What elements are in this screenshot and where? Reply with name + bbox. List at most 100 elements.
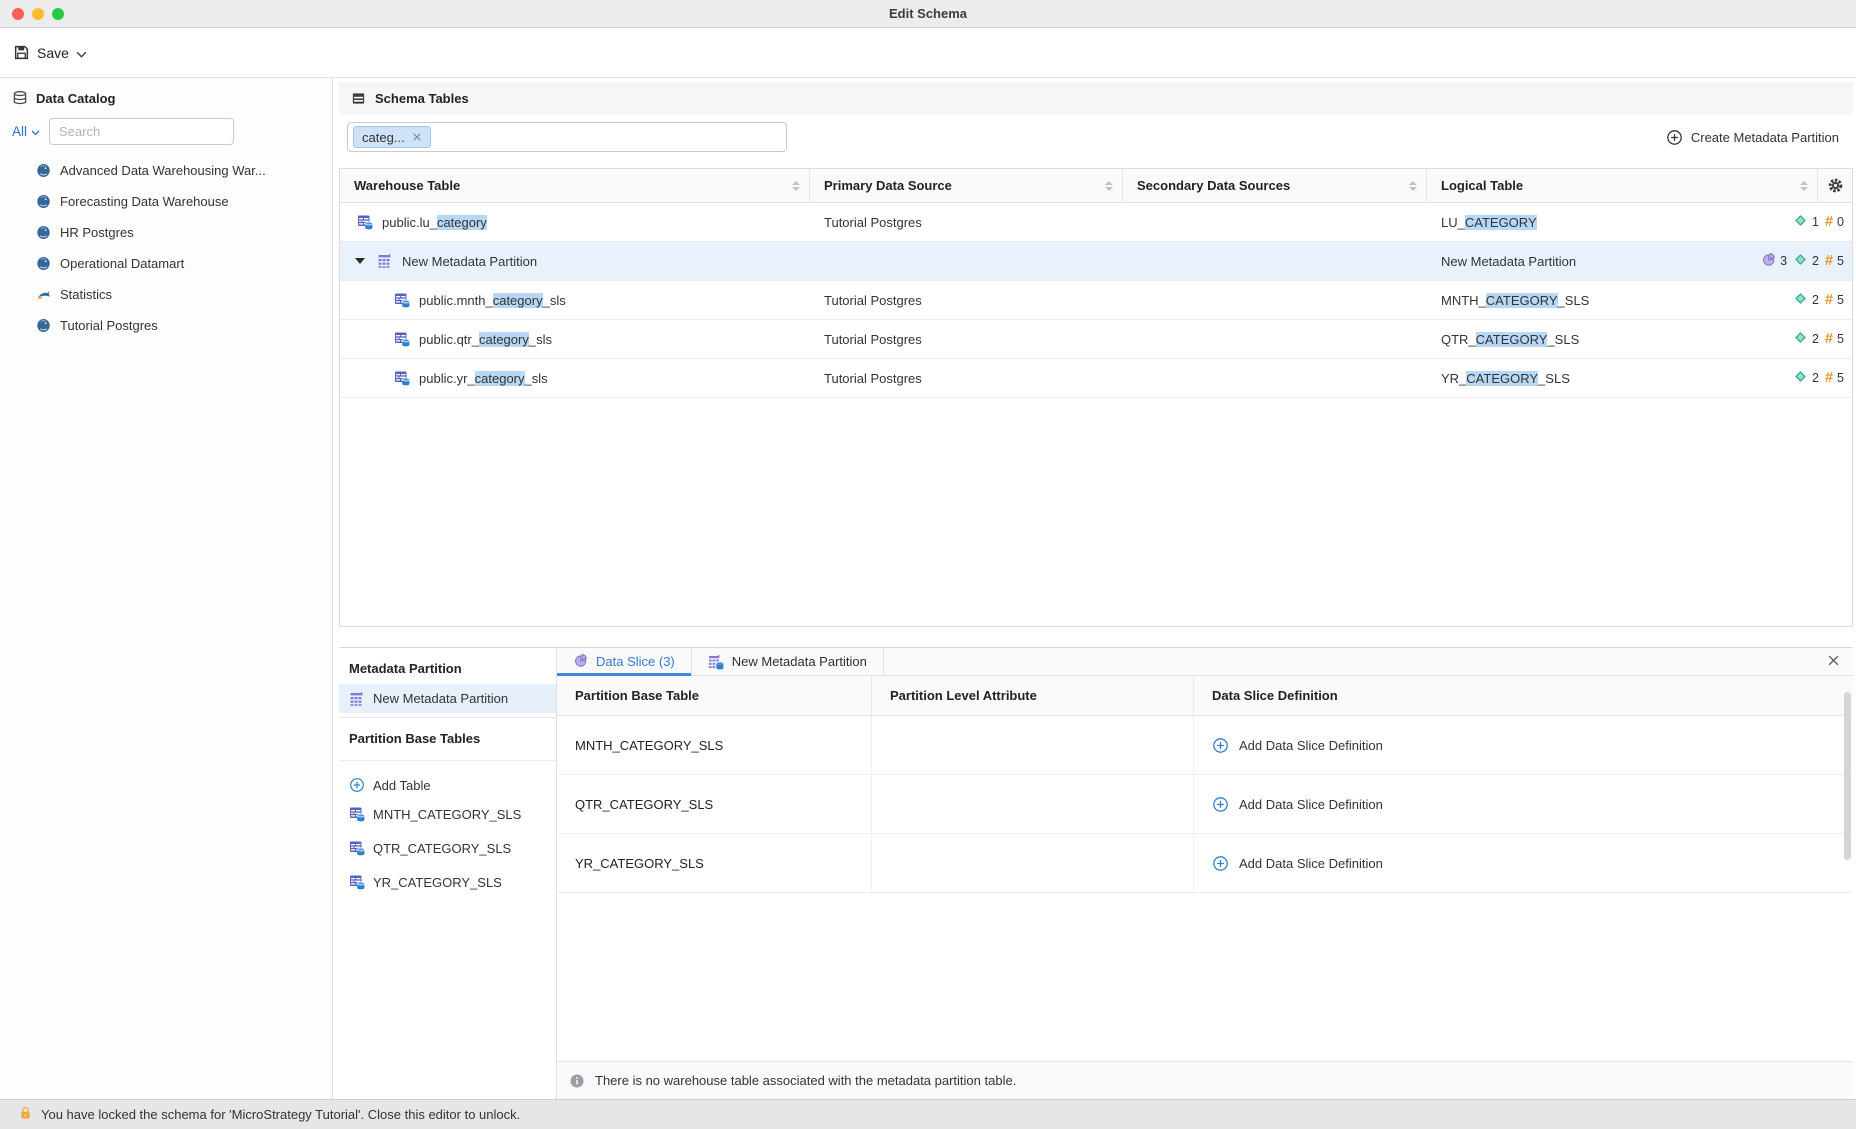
sidebar-item-statistics[interactable]: Statistics — [0, 279, 332, 310]
warehouse-table-icon — [394, 292, 410, 308]
filter-row: categ... Create Metadata Partition — [339, 122, 1853, 152]
warehouse-table-icon — [349, 806, 365, 822]
window-title: Edit Schema — [0, 6, 1856, 21]
zoom-window-button[interactable] — [52, 8, 64, 20]
filter-chip-label: categ... — [362, 130, 405, 145]
table-row[interactable]: New Metadata Partition New Metadata Part… — [340, 242, 1852, 281]
primary-data-source-cell: Tutorial Postgres — [810, 215, 1123, 230]
column-header-secondary-data-sources[interactable]: Secondary Data Sources — [1123, 169, 1427, 202]
slice-row: MNTH_CATEGORY_SLS Add Data Slice Definit… — [557, 716, 1853, 775]
plus-circle-icon — [349, 777, 365, 793]
base-table-item[interactable]: QTR_CATEGORY_SLS — [339, 831, 556, 865]
column-header-logical-table[interactable]: Logical Table — [1427, 169, 1818, 202]
fact-count-badge: #5 — [1825, 253, 1844, 269]
warehouse-table-icon — [357, 214, 373, 230]
content: Data Catalog All Advanced Data Warehousi… — [0, 78, 1856, 1099]
primary-data-source-cell: Tutorial Postgres — [810, 371, 1123, 386]
partition-item-new-metadata-partition[interactable]: New Metadata Partition — [339, 684, 556, 713]
minimize-window-button[interactable] — [32, 8, 44, 20]
table-row[interactable]: public.mnth_category_sls Tutorial Postgr… — [340, 281, 1852, 320]
sidebar-item-hr-postgres[interactable]: HR Postgres — [0, 217, 332, 248]
row-badges: 2 #5 — [1793, 369, 1844, 387]
partition-level-attribute-cell — [872, 834, 1194, 892]
fact-count-badge: #5 — [1825, 370, 1844, 386]
plus-circle-icon — [1212, 855, 1229, 872]
postgres-icon — [36, 194, 51, 209]
sidebar-item-tutorial-postgres[interactable]: Tutorial Postgres — [0, 310, 332, 341]
chevron-down-icon — [31, 124, 40, 139]
logical-table-cell: QTR_CATEGORY_SLS 2 #5 — [1427, 330, 1852, 348]
fact-hash-icon: # — [1825, 370, 1833, 386]
data-catalog-header: Data Catalog — [0, 88, 332, 116]
scrollbar[interactable] — [1844, 692, 1851, 860]
warehouse-table-icon — [394, 331, 410, 347]
scope-dropdown[interactable]: All — [12, 124, 40, 139]
data-slice-count-badge: 3 — [1761, 252, 1787, 270]
metadata-partition-icon — [349, 691, 365, 707]
column-header-primary-data-source[interactable]: Primary Data Source — [810, 169, 1123, 202]
table-row[interactable]: public.qtr_category_sls Tutorial Postgre… — [340, 320, 1852, 359]
column-settings-button[interactable] — [1818, 169, 1852, 202]
add-data-slice-definition-button[interactable]: Add Data Slice Definition — [1212, 855, 1383, 872]
logical-table-cell: LU_CATEGORY 1 #0 — [1427, 213, 1852, 231]
column-header-partition-base-table: Partition Base Table — [557, 676, 872, 715]
row-badges: 3 2 #5 — [1761, 252, 1844, 270]
column-header-warehouse-table[interactable]: Warehouse Table — [340, 169, 810, 202]
gear-icon — [1827, 177, 1844, 194]
primary-data-source-cell: Tutorial Postgres — [810, 332, 1123, 347]
base-table-item[interactable]: MNTH_CATEGORY_SLS — [339, 797, 556, 831]
add-data-slice-definition-button[interactable]: Add Data Slice Definition — [1212, 737, 1383, 754]
lock-icon — [18, 1105, 33, 1124]
attribute-diamond-icon — [1793, 213, 1808, 231]
add-data-slice-definition-button[interactable]: Add Data Slice Definition — [1212, 796, 1383, 813]
table-row[interactable]: public.yr_category_sls Tutorial Postgres… — [340, 359, 1852, 398]
schema-tables-icon — [351, 91, 366, 106]
attribute-diamond-icon — [1793, 369, 1808, 387]
fact-hash-icon: # — [1825, 214, 1833, 230]
partition-table-icon — [708, 654, 724, 670]
sidebar-filter-row: All — [0, 116, 332, 149]
add-table-button[interactable]: Add Table — [339, 761, 556, 797]
logical-table-cell: YR_CATEGORY_SLS 2 #5 — [1427, 369, 1852, 387]
status-bar: You have locked the schema for 'MicroStr… — [0, 1099, 1856, 1129]
postgres-icon — [36, 163, 51, 178]
close-panel-button[interactable] — [1827, 648, 1853, 675]
sort-icon — [792, 181, 800, 191]
plus-circle-icon — [1666, 129, 1683, 146]
partition-sidebar: Metadata Partition New Metadata Partitio… — [339, 648, 557, 1099]
warehouse-table-cell: New Metadata Partition — [340, 253, 810, 269]
data-source-list: Advanced Data Warehousing War... Forecas… — [0, 155, 332, 341]
pie-chart-icon — [573, 653, 588, 671]
sort-icon — [1409, 181, 1417, 191]
attribute-diamond-icon — [1793, 252, 1808, 270]
metadata-partition-panel: Metadata Partition New Metadata Partitio… — [339, 647, 1853, 1099]
filter-chip[interactable]: categ... — [353, 126, 431, 148]
remove-filter-icon[interactable] — [412, 132, 422, 142]
schema-tables-title: Schema Tables — [375, 91, 469, 106]
save-label: Save — [37, 45, 69, 61]
info-message: There is no warehouse table associated w… — [595, 1073, 1016, 1088]
collapse-caret-icon[interactable] — [355, 258, 365, 264]
tab-data-slice[interactable]: Data Slice (3) — [557, 648, 692, 675]
sidebar-item-advanced-data-warehousing[interactable]: Advanced Data Warehousing War... — [0, 155, 332, 186]
close-window-button[interactable] — [12, 8, 24, 20]
table-empty-space — [340, 398, 1852, 626]
titlebar: Edit Schema — [0, 0, 1856, 28]
create-metadata-partition-button[interactable]: Create Metadata Partition — [1666, 129, 1853, 146]
tab-new-metadata-partition[interactable]: New Metadata Partition — [692, 648, 884, 675]
table-header-row: Warehouse Table Primary Data Source Seco… — [340, 169, 1852, 203]
attribute-count-badge: 2 — [1793, 330, 1819, 348]
save-button[interactable]: Save — [13, 44, 87, 61]
base-table-item[interactable]: YR_CATEGORY_SLS — [339, 865, 556, 899]
traffic-lights — [0, 8, 64, 20]
sidebar-item-operational-datamart[interactable]: Operational Datamart — [0, 248, 332, 279]
sort-icon — [1105, 181, 1113, 191]
search-input[interactable] — [49, 118, 234, 145]
table-filter-input[interactable]: categ... — [347, 122, 787, 152]
attribute-count-badge: 2 — [1793, 369, 1819, 387]
sidebar-item-forecasting-data-warehouse[interactable]: Forecasting Data Warehouse — [0, 186, 332, 217]
table-row[interactable]: public.lu_category Tutorial Postgres LU_… — [340, 203, 1852, 242]
save-dropdown-chevron-icon[interactable] — [76, 45, 87, 61]
warehouse-table-cell: public.qtr_category_sls — [340, 331, 810, 347]
slice-row: QTR_CATEGORY_SLS Add Data Slice Definiti… — [557, 775, 1853, 834]
